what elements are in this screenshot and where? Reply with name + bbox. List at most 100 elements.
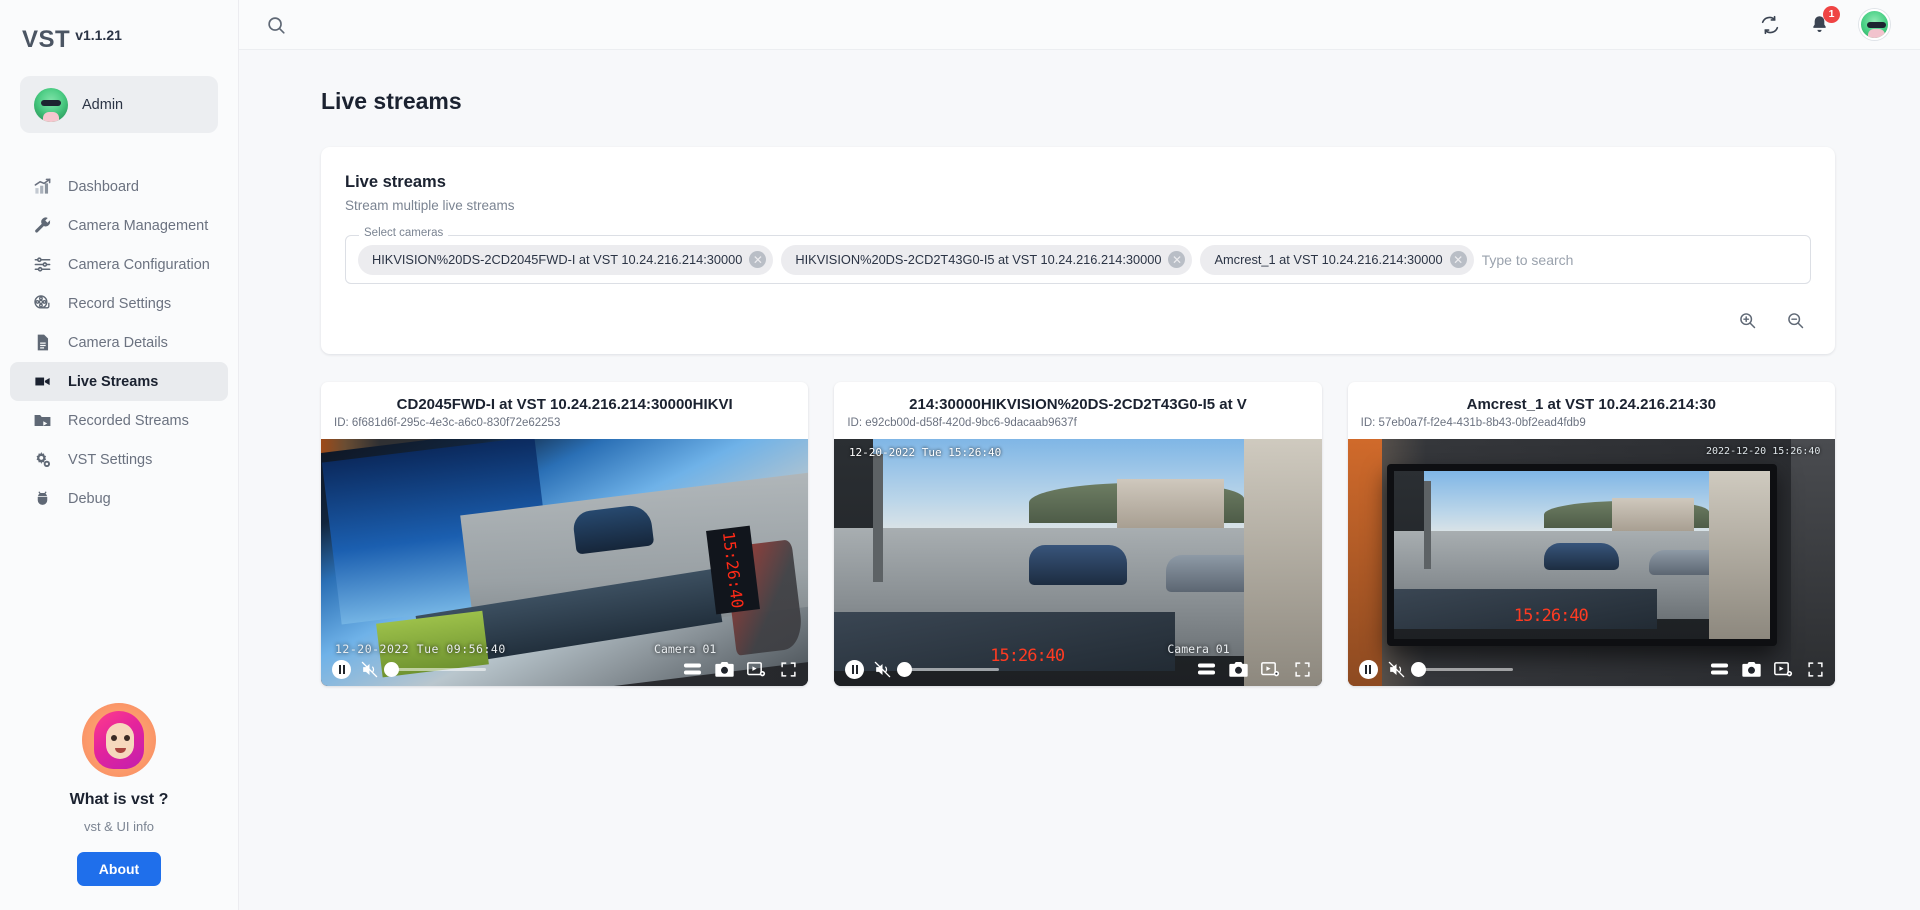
- live-streams-panel: Live streams Stream multiple live stream…: [321, 147, 1835, 354]
- sidebar-item-camera-details[interactable]: Camera Details: [10, 323, 228, 362]
- chip-label: HIKVISION%20DS-2CD2045FWD-I at VST 10.24…: [372, 252, 742, 267]
- brand[interactable]: VST v1.1.21: [0, 0, 238, 54]
- folder-play-icon: [32, 411, 52, 431]
- pause-icon[interactable]: [1359, 660, 1378, 679]
- volume-knob[interactable]: [384, 662, 399, 677]
- zoom-out-icon[interactable]: [1785, 310, 1807, 332]
- chip-label: HIKVISION%20DS-2CD2T43G0-I5 at VST 10.24…: [795, 252, 1161, 267]
- close-circle-icon[interactable]: ✕: [1168, 251, 1185, 268]
- video-controls: [1348, 652, 1835, 686]
- chips-container[interactable]: HIKVISION%20DS-2CD2045FWD-I at VST 10.24…: [345, 235, 1811, 284]
- sidebar-item-recorded-streams[interactable]: Recorded Streams: [10, 401, 228, 440]
- bell-icon[interactable]: 1: [1809, 14, 1831, 36]
- fullscreen-icon[interactable]: [1807, 661, 1824, 678]
- volume-slider[interactable]: [903, 668, 999, 671]
- sidebar-item-label: Live Streams: [68, 374, 158, 390]
- sidebar-item-vst-settings[interactable]: VST Settings: [10, 440, 228, 479]
- chip-label: Amcrest_1 at VST 10.24.216.214:30000: [1214, 252, 1442, 267]
- pause-icon[interactable]: [845, 660, 864, 679]
- quality-lines-icon[interactable]: [1197, 662, 1216, 676]
- volume-muted-icon[interactable]: [1387, 660, 1406, 679]
- volume-muted-icon[interactable]: [360, 660, 379, 679]
- stream-id: ID: 57eb0a7f-f2e4-431b-8b43-0bf2ead4fdb9: [1348, 417, 1835, 429]
- sidebar-item-camera-configuration[interactable]: Camera Configuration: [10, 245, 228, 284]
- app-root: VST v1.1.21 Admin Dashboard: [0, 0, 1920, 910]
- refresh-icon[interactable]: [1759, 14, 1781, 36]
- stream-id: ID: e92cb00d-d58f-420d-9bc6-9dacaab9637f: [834, 417, 1321, 429]
- close-circle-icon[interactable]: ✕: [1450, 251, 1467, 268]
- sidebar-item-label: Camera Configuration: [68, 257, 210, 273]
- wrench-icon: [32, 216, 52, 236]
- panel-subtitle: Stream multiple live streams: [345, 198, 1811, 213]
- about-button[interactable]: About: [77, 852, 161, 886]
- document-icon: [32, 333, 52, 353]
- stream-card-header: 214:30000HIKVISION%20DS-2CD2T43G0-I5 at …: [834, 382, 1321, 439]
- sidebar-item-label: Camera Details: [68, 335, 168, 351]
- video-player[interactable]: 12-20-2022 Tue 15:26:40 15:26:40 Camera …: [834, 439, 1321, 686]
- sidebar-item-label: Debug: [68, 491, 111, 507]
- select-cameras-field: Select cameras HIKVISION%20DS-2CD2045FWD…: [345, 235, 1811, 284]
- sidebar-item-dashboard[interactable]: Dashboard: [10, 167, 228, 206]
- stream-card-header: Amcrest_1 at VST 10.24.216.214:30 ID: 57…: [1348, 382, 1835, 439]
- video-frame: 15:26:40 2022-12-20 15:26:40: [1348, 439, 1835, 686]
- video-camera-icon: [32, 372, 52, 392]
- pause-icon[interactable]: [332, 660, 351, 679]
- zoom-controls: [345, 310, 1811, 332]
- topbar-actions: 1: [1759, 9, 1890, 40]
- promo-title: What is vst ?: [0, 791, 238, 809]
- stream-card: 214:30000HIKVISION%20DS-2CD2T43G0-I5 at …: [834, 382, 1321, 686]
- video-settings-icon[interactable]: [1774, 661, 1794, 678]
- video-player[interactable]: 15:26:40 12-20-2022 Tue 09:56:40 Camera …: [321, 439, 808, 686]
- video-settings-icon[interactable]: [747, 661, 767, 678]
- stream-card: CD2045FWD-I at VST 10.24.216.214:30000HI…: [321, 382, 808, 686]
- stream-id: ID: 6f681d6f-295c-4e3c-a6c0-830f72e62253: [321, 417, 808, 429]
- camera-snapshot-icon[interactable]: [1229, 661, 1248, 678]
- sidebar: VST v1.1.21 Admin Dashboard: [0, 0, 239, 910]
- zoom-in-icon[interactable]: [1737, 310, 1759, 332]
- camera-chip[interactable]: HIKVISION%20DS-2CD2045FWD-I at VST 10.24…: [358, 245, 773, 275]
- user-card[interactable]: Admin: [20, 76, 218, 133]
- gears-icon: [32, 450, 52, 470]
- stream-grid: CD2045FWD-I at VST 10.24.216.214:30000HI…: [321, 382, 1835, 686]
- promo-subtitle: vst & UI info: [0, 819, 238, 834]
- camera-search-input[interactable]: [1482, 252, 1798, 268]
- user-name: Admin: [82, 97, 123, 113]
- brand-version: v1.1.21: [75, 27, 122, 43]
- camera-chip[interactable]: HIKVISION%20DS-2CD2T43G0-I5 at VST 10.24…: [781, 245, 1192, 275]
- video-frame: 12-20-2022 Tue 15:26:40 15:26:40: [834, 439, 1321, 686]
- avatar[interactable]: [1859, 9, 1890, 40]
- avatar: [34, 88, 68, 122]
- volume-slider[interactable]: [390, 668, 486, 671]
- notifications-badge: 1: [1823, 6, 1840, 23]
- topbar: 1: [239, 0, 1920, 50]
- sidebar-item-label: VST Settings: [68, 452, 152, 468]
- volume-knob[interactable]: [897, 662, 912, 677]
- sidebar-item-live-streams[interactable]: Live Streams: [10, 362, 228, 401]
- sidebar-item-label: Recorded Streams: [68, 413, 189, 429]
- video-settings-icon[interactable]: [1261, 661, 1281, 678]
- fullscreen-icon[interactable]: [780, 661, 797, 678]
- volume-slider[interactable]: [1417, 668, 1513, 671]
- promo-block: What is vst ? vst & UI info About: [0, 703, 238, 910]
- brand-name: VST: [22, 26, 70, 54]
- video-controls: [321, 652, 808, 686]
- field-legend: Select cameras: [359, 227, 448, 239]
- sidebar-item-camera-management[interactable]: Camera Management: [10, 206, 228, 245]
- fullscreen-icon[interactable]: [1294, 661, 1311, 678]
- volume-knob[interactable]: [1411, 662, 1426, 677]
- panel-title: Live streams: [345, 173, 1811, 192]
- camera-snapshot-icon[interactable]: [1742, 661, 1761, 678]
- sidebar-item-label: Camera Management: [68, 218, 208, 234]
- close-circle-icon[interactable]: ✕: [749, 251, 766, 268]
- camera-chip[interactable]: Amcrest_1 at VST 10.24.216.214:30000 ✕: [1200, 245, 1473, 275]
- embedded-clock: 15:26:40: [719, 530, 747, 609]
- camera-snapshot-icon[interactable]: [715, 661, 734, 678]
- search-icon[interactable]: [265, 14, 287, 36]
- quality-lines-icon[interactable]: [683, 662, 702, 676]
- sidebar-item-record-settings[interactable]: Record Settings: [10, 284, 228, 323]
- video-player[interactable]: 15:26:40 2022-12-20 15:26:40: [1348, 439, 1835, 686]
- sliders-icon: [32, 255, 52, 275]
- sidebar-item-debug[interactable]: Debug: [10, 479, 228, 518]
- quality-lines-icon[interactable]: [1710, 662, 1729, 676]
- volume-muted-icon[interactable]: [873, 660, 892, 679]
